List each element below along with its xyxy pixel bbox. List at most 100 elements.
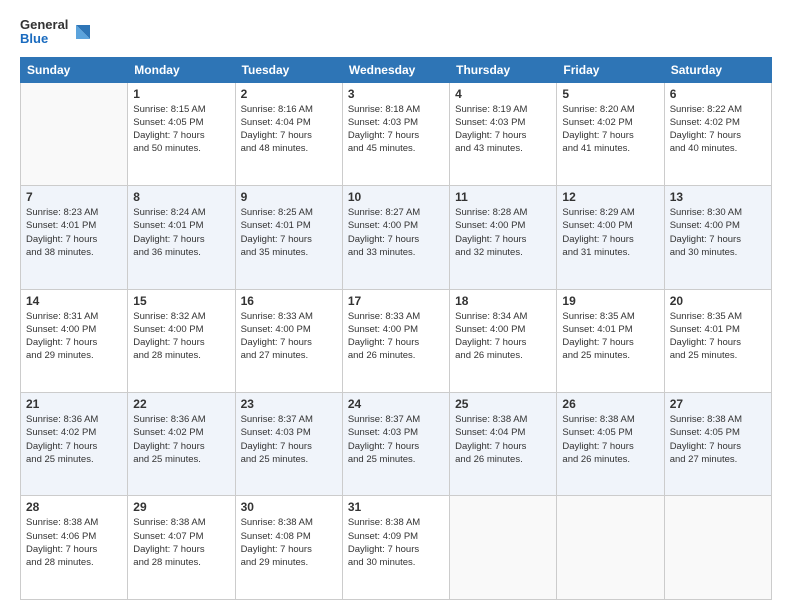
calendar-cell: 31 Sunrise: 8:38 AMSunset: 4:09 PMDayligh… (342, 496, 449, 600)
calendar-cell: 3 Sunrise: 8:18 AMSunset: 4:03 PMDaylight… (342, 82, 449, 185)
calendar-cell: 30 Sunrise: 8:38 AMSunset: 4:08 PMDayligh… (235, 496, 342, 600)
calendar-header-row: SundayMondayTuesdayWednesdayThursdayFrid… (21, 57, 772, 82)
calendar-header-tuesday: Tuesday (235, 57, 342, 82)
day-number: 3 (348, 87, 444, 101)
day-number: 23 (241, 397, 337, 411)
day-info: Sunrise: 8:25 AMSunset: 4:01 PMDaylight:… (241, 206, 337, 259)
day-number: 22 (133, 397, 229, 411)
calendar-header-saturday: Saturday (664, 57, 771, 82)
calendar-cell: 21Sunrise: 8:36 AMSunset: 4:02 PMDayligh… (21, 393, 128, 496)
day-number: 9 (241, 190, 337, 204)
day-info: Sunrise: 8:18 AMSunset: 4:03 PMDaylight:… (348, 103, 444, 156)
day-number: 31 (348, 500, 444, 514)
calendar-header-sunday: Sunday (21, 57, 128, 82)
logo-container: General Blue (20, 18, 68, 47)
day-info: Sunrise: 8:33 AMSunset: 4:00 PMDaylight:… (241, 310, 337, 363)
day-info: Sunrise: 8:37 AMSunset: 4:03 PMDaylight:… (241, 413, 337, 466)
day-number: 2 (241, 87, 337, 101)
calendar-cell: 19 Sunrise: 8:35 AMSunset: 4:01 PMDayligh… (557, 289, 664, 392)
day-info: Sunrise: 8:22 AMSunset: 4:02 PMDaylight:… (670, 103, 766, 156)
calendar-cell: 6 Sunrise: 8:22 AMSunset: 4:02 PMDaylight… (664, 82, 771, 185)
calendar-cell: 24 Sunrise: 8:37 AMSunset: 4:03 PMDayligh… (342, 393, 449, 496)
calendar-cell: 2 Sunrise: 8:16 AMSunset: 4:04 PMDaylight… (235, 82, 342, 185)
calendar-cell (21, 82, 128, 185)
day-number: 5 (562, 87, 658, 101)
day-info: Sunrise: 8:35 AMSunset: 4:01 PMDaylight:… (562, 310, 658, 363)
day-number: 7 (26, 190, 122, 204)
day-number: 18 (455, 294, 551, 308)
day-number: 29 (133, 500, 229, 514)
day-info: Sunrise: 8:35 AMSunset: 4:01 PMDaylight:… (670, 310, 766, 363)
logo-triangle-icon (72, 21, 94, 43)
day-number: 6 (670, 87, 766, 101)
calendar-cell: 7 Sunrise: 8:23 AMSunset: 4:01 PMDaylight… (21, 186, 128, 289)
calendar-cell: 13Sunrise: 8:30 AMSunset: 4:00 PMDayligh… (664, 186, 771, 289)
calendar-cell (557, 496, 664, 600)
calendar-cell: 10Sunrise: 8:27 AMSunset: 4:00 PMDayligh… (342, 186, 449, 289)
logo-blue: Blue (20, 32, 68, 46)
day-number: 1 (133, 87, 229, 101)
calendar-cell (664, 496, 771, 600)
day-info: Sunrise: 8:30 AMSunset: 4:00 PMDaylight:… (670, 206, 766, 259)
day-info: Sunrise: 8:38 AMSunset: 4:09 PMDaylight:… (348, 516, 444, 569)
calendar-cell: 14Sunrise: 8:31 AMSunset: 4:00 PMDayligh… (21, 289, 128, 392)
day-info: Sunrise: 8:38 AMSunset: 4:08 PMDaylight:… (241, 516, 337, 569)
calendar-cell: 22Sunrise: 8:36 AMSunset: 4:02 PMDayligh… (128, 393, 235, 496)
day-number: 15 (133, 294, 229, 308)
calendar-cell: 18 Sunrise: 8:34 AMSunset: 4:00 PMDayligh… (450, 289, 557, 392)
day-number: 16 (241, 294, 337, 308)
day-info: Sunrise: 8:20 AMSunset: 4:02 PMDaylight:… (562, 103, 658, 156)
calendar-header-monday: Monday (128, 57, 235, 82)
calendar-week-5: 28Sunrise: 8:38 AMSunset: 4:06 PMDayligh… (21, 496, 772, 600)
day-number: 17 (348, 294, 444, 308)
calendar-cell: 1 Sunrise: 8:15 AMSunset: 4:05 PMDaylight… (128, 82, 235, 185)
day-info: Sunrise: 8:36 AMSunset: 4:02 PMDaylight:… (26, 413, 122, 466)
day-info: Sunrise: 8:24 AMSunset: 4:01 PMDaylight:… (133, 206, 229, 259)
day-number: 26 (562, 397, 658, 411)
logo: General Blue (20, 18, 94, 47)
day-info: Sunrise: 8:19 AMSunset: 4:03 PMDaylight:… (455, 103, 551, 156)
calendar-cell: 20 Sunrise: 8:35 AMSunset: 4:01 PMDayligh… (664, 289, 771, 392)
calendar-cell: 27 Sunrise: 8:38 AMSunset: 4:05 PMDayligh… (664, 393, 771, 496)
day-number: 28 (26, 500, 122, 514)
day-info: Sunrise: 8:33 AMSunset: 4:00 PMDaylight:… (348, 310, 444, 363)
calendar-week-2: 7 Sunrise: 8:23 AMSunset: 4:01 PMDaylight… (21, 186, 772, 289)
day-info: Sunrise: 8:29 AMSunset: 4:00 PMDaylight:… (562, 206, 658, 259)
calendar-table: SundayMondayTuesdayWednesdayThursdayFrid… (20, 57, 772, 600)
day-info: Sunrise: 8:37 AMSunset: 4:03 PMDaylight:… (348, 413, 444, 466)
calendar-cell: 23 Sunrise: 8:37 AMSunset: 4:03 PMDayligh… (235, 393, 342, 496)
day-number: 24 (348, 397, 444, 411)
calendar-header-thursday: Thursday (450, 57, 557, 82)
day-number: 30 (241, 500, 337, 514)
header: General Blue (20, 18, 772, 47)
calendar-cell: 11Sunrise: 8:28 AMSunset: 4:00 PMDayligh… (450, 186, 557, 289)
calendar-cell: 25Sunrise: 8:38 AMSunset: 4:04 PMDayligh… (450, 393, 557, 496)
day-number: 27 (670, 397, 766, 411)
calendar-header-wednesday: Wednesday (342, 57, 449, 82)
calendar-cell: 9 Sunrise: 8:25 AMSunset: 4:01 PMDaylight… (235, 186, 342, 289)
day-number: 12 (562, 190, 658, 204)
day-info: Sunrise: 8:34 AMSunset: 4:00 PMDaylight:… (455, 310, 551, 363)
calendar-cell: 4 Sunrise: 8:19 AMSunset: 4:03 PMDaylight… (450, 82, 557, 185)
calendar-cell: 16 Sunrise: 8:33 AMSunset: 4:00 PMDayligh… (235, 289, 342, 392)
calendar-cell: 28Sunrise: 8:38 AMSunset: 4:06 PMDayligh… (21, 496, 128, 600)
calendar-week-3: 14Sunrise: 8:31 AMSunset: 4:00 PMDayligh… (21, 289, 772, 392)
day-info: Sunrise: 8:16 AMSunset: 4:04 PMDaylight:… (241, 103, 337, 156)
day-number: 14 (26, 294, 122, 308)
day-info: Sunrise: 8:38 AMSunset: 4:05 PMDaylight:… (670, 413, 766, 466)
day-info: Sunrise: 8:15 AMSunset: 4:05 PMDaylight:… (133, 103, 229, 156)
calendar-cell: 12 Sunrise: 8:29 AMSunset: 4:00 PMDayligh… (557, 186, 664, 289)
calendar-week-4: 21Sunrise: 8:36 AMSunset: 4:02 PMDayligh… (21, 393, 772, 496)
day-number: 4 (455, 87, 551, 101)
logo-general: General (20, 18, 68, 32)
calendar-cell: 29 Sunrise: 8:38 AMSunset: 4:07 PMDayligh… (128, 496, 235, 600)
calendar-header-friday: Friday (557, 57, 664, 82)
day-number: 19 (562, 294, 658, 308)
day-info: Sunrise: 8:38 AMSunset: 4:07 PMDaylight:… (133, 516, 229, 569)
day-info: Sunrise: 8:23 AMSunset: 4:01 PMDaylight:… (26, 206, 122, 259)
day-number: 20 (670, 294, 766, 308)
day-number: 10 (348, 190, 444, 204)
day-number: 11 (455, 190, 551, 204)
day-info: Sunrise: 8:38 AMSunset: 4:04 PMDaylight:… (455, 413, 551, 466)
day-info: Sunrise: 8:32 AMSunset: 4:00 PMDaylight:… (133, 310, 229, 363)
